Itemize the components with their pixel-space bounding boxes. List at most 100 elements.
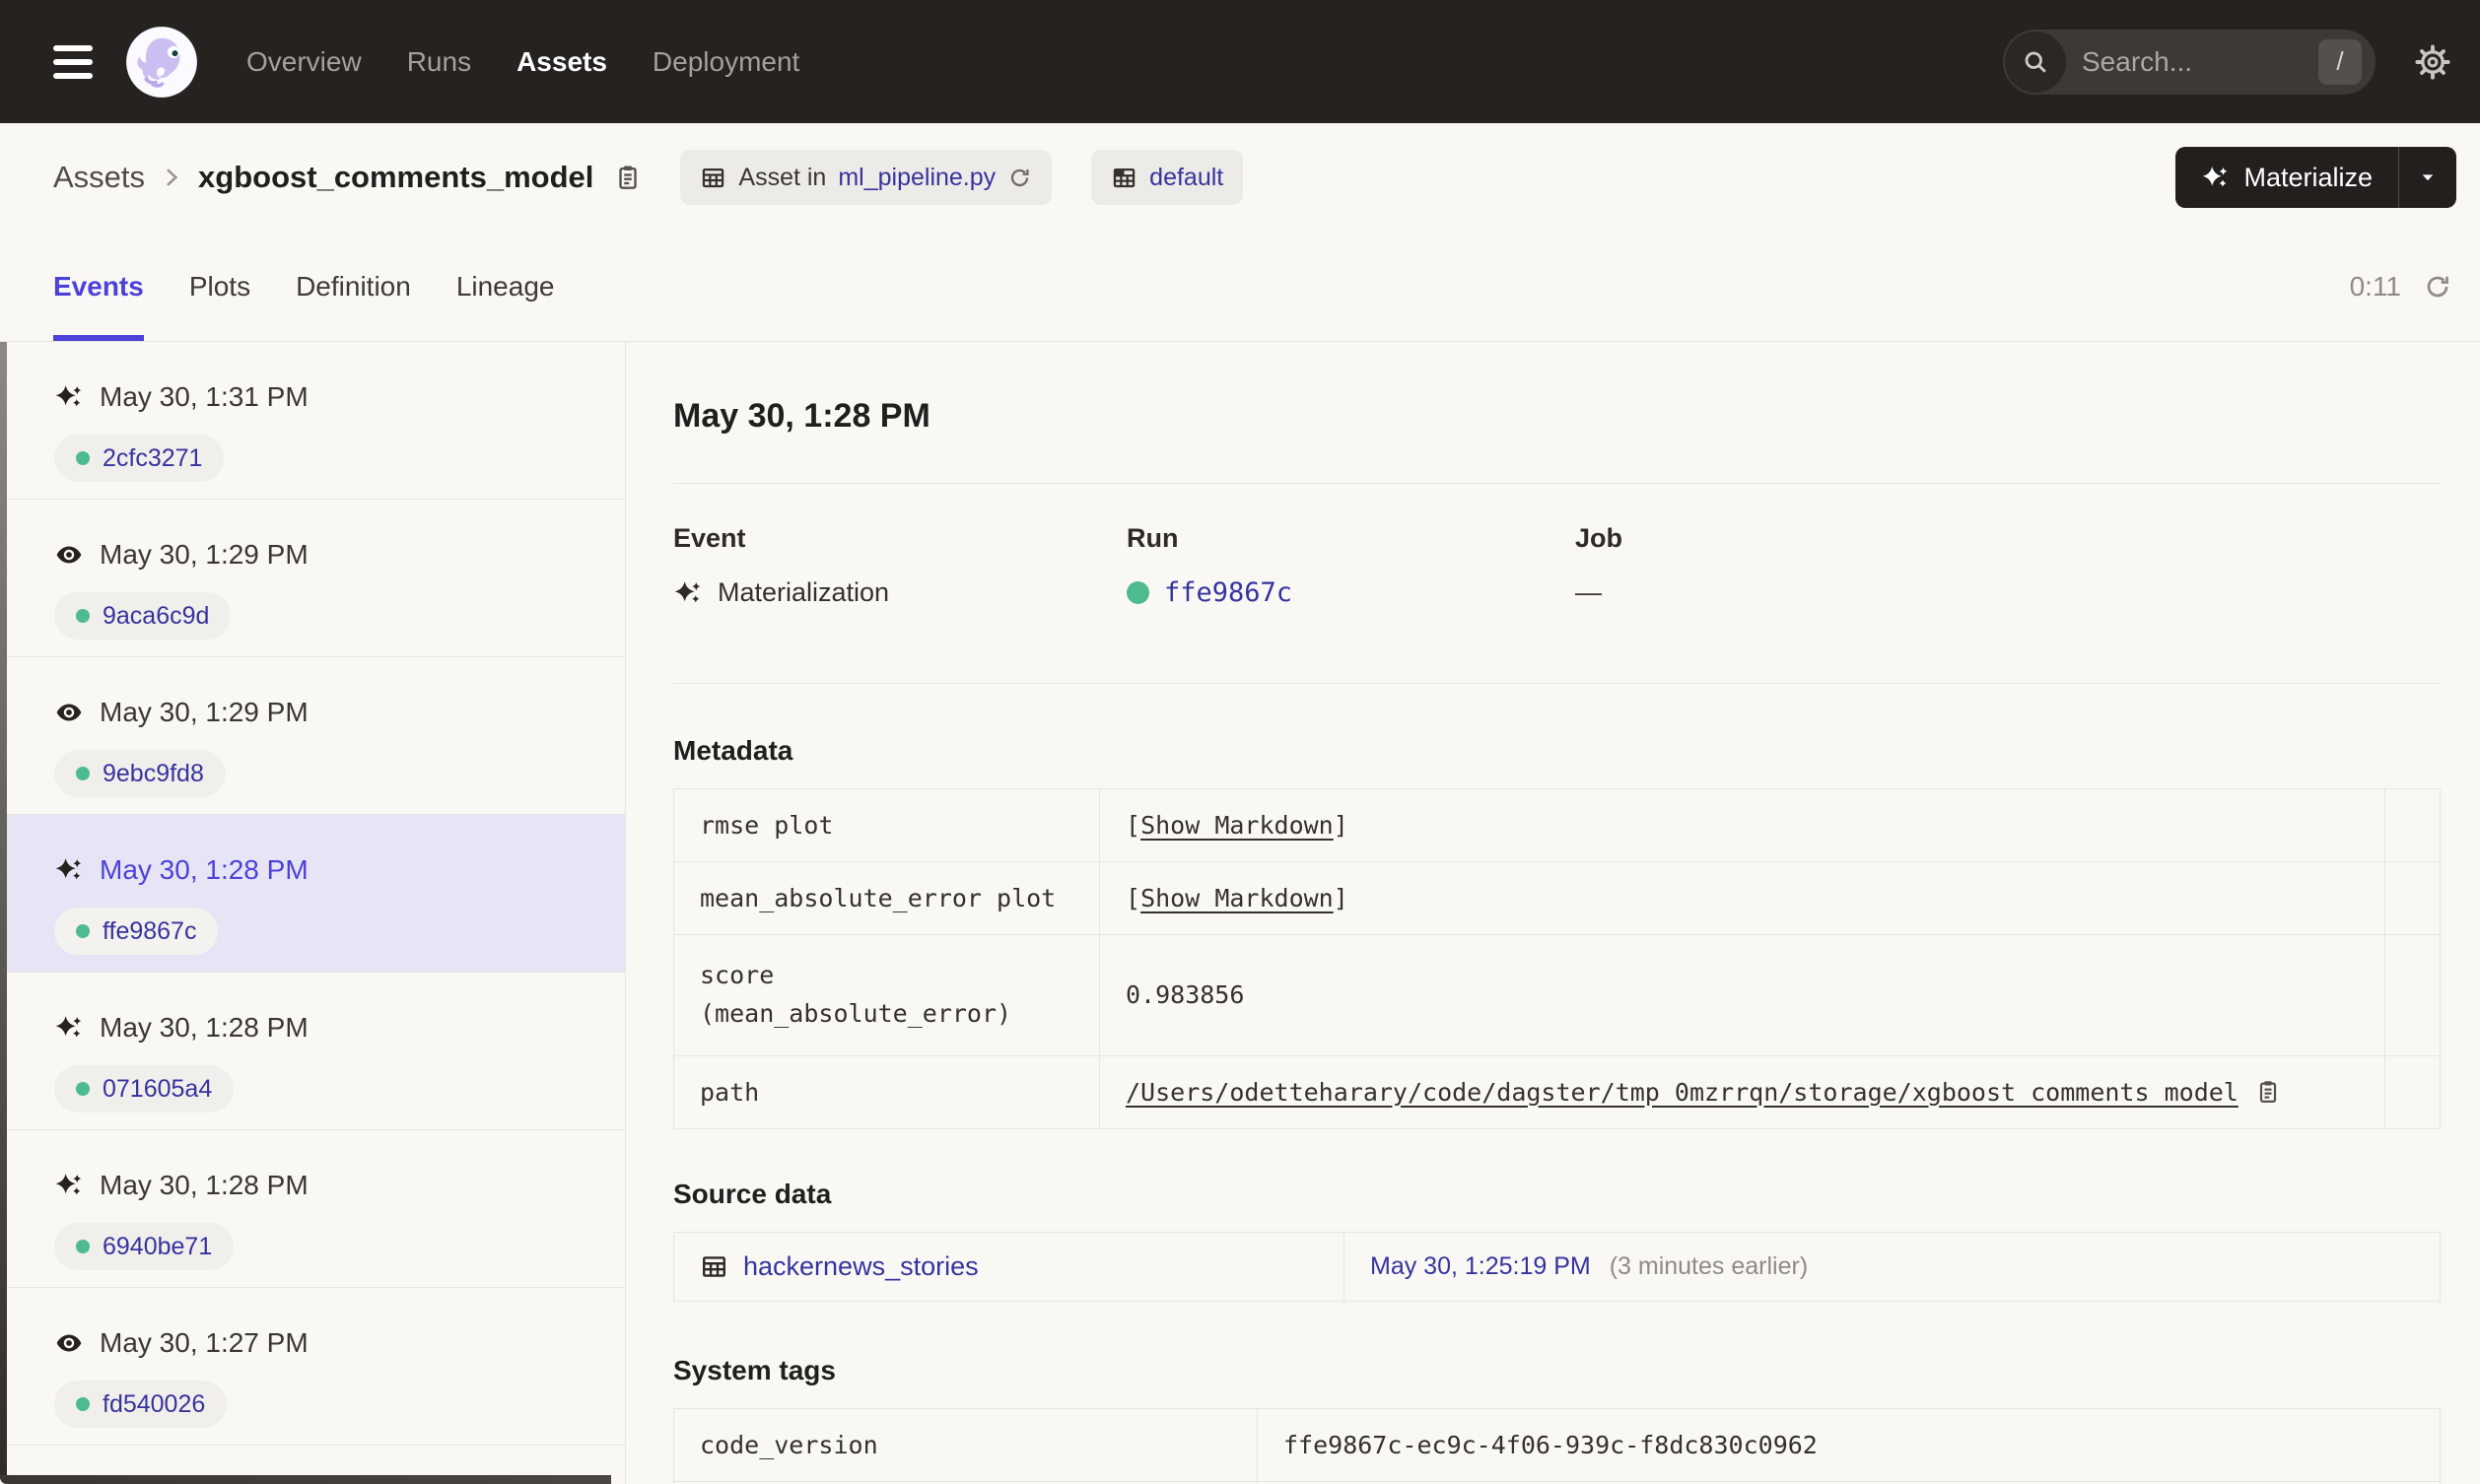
event-list-item[interactable]: May 30, 1:28 PM 6940be71 bbox=[0, 1130, 625, 1288]
source-data-heading: Source data bbox=[673, 1178, 832, 1209]
event-time: May 30, 1:29 PM bbox=[100, 697, 309, 727]
materialization-icon bbox=[55, 1016, 82, 1038]
run-id-pill[interactable]: 071605a4 bbox=[54, 1065, 235, 1113]
reload-location-icon[interactable] bbox=[1007, 166, 1032, 190]
repository-badge: default bbox=[1091, 150, 1244, 205]
job-label: Job bbox=[1575, 523, 1623, 553]
source-asset-link[interactable]: hackernews_stories bbox=[743, 1251, 979, 1282]
show-markdown-link[interactable]: Show Markdown bbox=[1140, 884, 1334, 912]
run-column: Run ffe9867c bbox=[1127, 523, 1575, 608]
run-status-dot bbox=[76, 1397, 90, 1411]
materialize-caret-button[interactable] bbox=[2399, 167, 2456, 188]
table-row: score (mean_absolute_error) 0.983856 bbox=[673, 934, 2441, 1056]
job-value: — bbox=[1575, 577, 1602, 607]
event-list-item-selected[interactable]: May 30, 1:28 PM ffe9867c bbox=[0, 815, 625, 973]
refresh-countdown: 0:11 bbox=[2349, 270, 2401, 302]
tag-value: ffe9867c-ec9c-4f06-939c-f8dc830c0962 bbox=[1257, 1407, 2441, 1482]
run-id-link[interactable]: ffe9867c bbox=[103, 917, 196, 946]
run-id-link[interactable]: 9ebc9fd8 bbox=[103, 760, 204, 788]
table-icon bbox=[703, 1255, 725, 1277]
observation-icon bbox=[56, 704, 82, 721]
run-id-link[interactable]: ffe9867c bbox=[1164, 577, 1292, 608]
nav-item-runs[interactable]: Runs bbox=[407, 46, 471, 78]
table-row: rmse plot Show Markdown bbox=[673, 788, 2441, 862]
breadcrumb-chevron-icon bbox=[159, 165, 184, 190]
run-id-link[interactable]: 9aca6c9d bbox=[103, 602, 209, 631]
run-id-pill[interactable]: ffe9867c bbox=[54, 908, 219, 955]
run-id-link[interactable]: fd540026 bbox=[103, 1390, 205, 1419]
breadcrumb-assets-link[interactable]: Assets bbox=[53, 160, 145, 195]
source-timestamp-link[interactable]: May 30, 1:25:19 PM bbox=[1370, 1252, 1591, 1280]
metadata-value: 0.983856 bbox=[1099, 934, 2385, 1056]
run-id-pill[interactable]: fd540026 bbox=[54, 1381, 228, 1428]
table-row: path /Users/odetteharary/code/dagster/tm… bbox=[673, 1054, 2441, 1129]
sidebar-scrollbar[interactable] bbox=[0, 342, 7, 1484]
nav-item-assets[interactable]: Assets bbox=[517, 46, 607, 78]
run-status-dot bbox=[1127, 581, 1149, 604]
repository-link[interactable]: default bbox=[1149, 164, 1223, 192]
materialize-button[interactable]: Materialize bbox=[2175, 163, 2398, 193]
sparkle-icon bbox=[2203, 166, 2228, 187]
event-list-sidebar: May 30, 1:31 PM 2cfc3271 May 30, 1:29 PM… bbox=[0, 342, 626, 1484]
event-time: May 30, 1:29 PM bbox=[100, 539, 309, 570]
refresh-icon[interactable] bbox=[2423, 272, 2452, 302]
run-id-link[interactable]: 6940be71 bbox=[103, 1233, 212, 1261]
materialization-icon bbox=[55, 385, 82, 407]
run-id-link[interactable]: 2cfc3271 bbox=[103, 444, 202, 473]
menu-icon[interactable] bbox=[53, 44, 93, 79]
materialize-button-group: Materialize bbox=[2175, 147, 2456, 208]
show-markdown-link[interactable]: Show Markdown bbox=[1140, 811, 1334, 840]
asset-page-header: Assets xgboost_comments_model Asset in m… bbox=[0, 123, 2480, 232]
event-detail-pane: May 30, 1:28 PM Event Materialization Ru… bbox=[626, 342, 2480, 1484]
search-icon bbox=[2005, 31, 2066, 93]
nav-right-group: / bbox=[2003, 29, 2450, 95]
event-list-item[interactable]: May 30, 1:29 PM 9ebc9fd8 bbox=[0, 657, 625, 815]
system-tags-heading: System tags bbox=[673, 1354, 836, 1385]
event-summary-grid: Event Materialization Run ffe9867c Job — bbox=[673, 523, 2441, 608]
run-id-link[interactable]: 071605a4 bbox=[103, 1075, 212, 1104]
copy-asset-name-icon[interactable] bbox=[613, 163, 643, 192]
tab-plots[interactable]: Plots bbox=[189, 232, 250, 341]
materialization-icon bbox=[55, 1174, 82, 1195]
tab-definition[interactable]: Definition bbox=[296, 232, 411, 341]
dagster-app: Overview Runs Assets Deployment / Assets… bbox=[0, 0, 2480, 1484]
search-shortcut-key: / bbox=[2318, 38, 2362, 85]
global-search[interactable]: / bbox=[2003, 29, 2376, 95]
run-status-dot bbox=[76, 1082, 90, 1096]
run-status-dot bbox=[76, 924, 90, 938]
nav-item-overview[interactable]: Overview bbox=[246, 46, 362, 78]
chevron-down-icon bbox=[2422, 174, 2434, 181]
asset-tabs-row: Events Plots Definition Lineage 0:11 bbox=[0, 232, 2480, 342]
path-link[interactable]: /Users/odetteharary/code/dagster/tmp_0mz… bbox=[1126, 1078, 2239, 1107]
event-list-item[interactable]: May 30, 1:27 PM fd540026 bbox=[0, 1288, 625, 1446]
asset-name-title: xgboost_comments_model bbox=[198, 160, 594, 194]
nav-item-deployment[interactable]: Deployment bbox=[653, 46, 799, 78]
event-list-item[interactable]: May 30, 1:28 PM 071605a4 bbox=[0, 973, 625, 1130]
event-column: Event Materialization bbox=[673, 523, 1127, 608]
divider bbox=[673, 483, 2441, 484]
run-status-dot bbox=[76, 767, 90, 780]
run-id-pill[interactable]: 9ebc9fd8 bbox=[54, 750, 226, 797]
tab-events[interactable]: Events bbox=[53, 232, 144, 341]
run-id-pill[interactable]: 6940be71 bbox=[54, 1223, 235, 1270]
run-id-pill[interactable]: 9aca6c9d bbox=[54, 592, 232, 640]
table-row: code_version ffe9867c-ec9c-4f06-939c-f8d… bbox=[673, 1407, 2441, 1482]
tab-lineage[interactable]: Lineage bbox=[456, 232, 555, 341]
event-list-item[interactable]: May 30, 1:29 PM 9aca6c9d bbox=[0, 500, 625, 657]
table-row: mean_absolute_error plot Show Markdown bbox=[673, 861, 2441, 935]
source-data-table: hackernews_stories May 30, 1:25:19 PM (3… bbox=[673, 1231, 2441, 1302]
event-detail-title: May 30, 1:28 PM bbox=[673, 397, 930, 435]
gear-icon[interactable] bbox=[2415, 43, 2450, 80]
run-id-pill[interactable]: 2cfc3271 bbox=[54, 435, 225, 482]
sidebar-scrollbar-horizontal[interactable] bbox=[0, 1475, 611, 1484]
dagster-logo bbox=[124, 25, 199, 100]
run-status-dot bbox=[76, 451, 90, 465]
materialization-icon bbox=[55, 858, 82, 880]
search-input[interactable] bbox=[2068, 45, 2318, 78]
content-area: May 30, 1:31 PM 2cfc3271 May 30, 1:29 PM… bbox=[0, 342, 2480, 1484]
event-time: May 30, 1:28 PM bbox=[100, 1170, 309, 1200]
event-list-item[interactable]: May 30, 1:31 PM 2cfc3271 bbox=[0, 342, 625, 500]
copy-path-icon[interactable] bbox=[2254, 1078, 2282, 1106]
code-location-file-link[interactable]: ml_pipeline.py bbox=[838, 164, 996, 192]
refresh-group: 0:11 bbox=[2350, 271, 2452, 303]
